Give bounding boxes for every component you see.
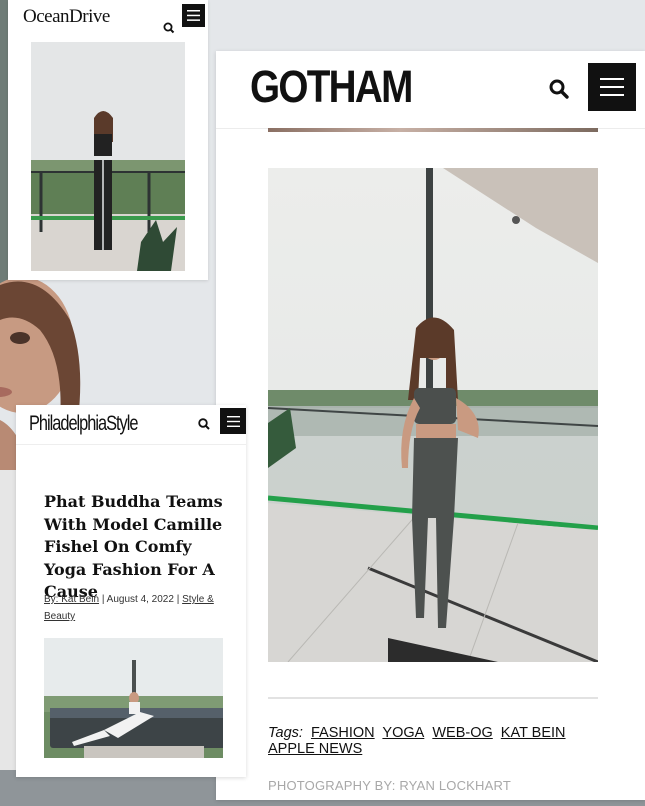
photo-credit: PHOTOGRAPHY BY: RYAN LOCKHART — [268, 778, 511, 793]
hamburger-menu-icon — [600, 78, 624, 96]
philadelphia-style-menu-button[interactable] — [220, 408, 246, 434]
search-icon — [198, 418, 210, 430]
gotham-previous-photo-edge — [268, 128, 598, 132]
gotham-search-button[interactable] — [548, 78, 570, 100]
ocean-drive-logo[interactable]: OceanDrive — [23, 6, 110, 28]
gotham-card: GOTHAM Tags: FASHION YOGA WEB-OG KAT BEI… — [216, 51, 645, 800]
hamburger-menu-icon — [226, 415, 240, 427]
article-date: August 4, 2022 — [106, 594, 174, 605]
author-link[interactable]: By: Kat Bein — [44, 594, 99, 605]
tags-label: Tags: — [268, 725, 303, 741]
philadelphia-style-logo[interactable]: PhiladelphiaStyle — [29, 412, 138, 436]
gotham-menu-button[interactable] — [588, 63, 636, 111]
meta-separator: | — [101, 594, 105, 605]
search-icon — [163, 22, 175, 34]
philadelphia-style-search-button[interactable] — [197, 417, 211, 431]
philadelphia-style-card: PhiladelphiaStyle Phat Buddha Teams With… — [16, 405, 246, 777]
gotham-tags: Tags: FASHION YOGA WEB-OG KAT BEIN APPLE… — [268, 725, 598, 757]
tag-link[interactable]: FASHION — [311, 725, 375, 741]
tag-link[interactable]: APPLE NEWS — [268, 741, 362, 757]
ocean-drive-search-button[interactable] — [162, 21, 176, 35]
hamburger-menu-icon — [187, 10, 200, 21]
meta-separator: | — [176, 594, 180, 605]
ocean-drive-menu-button[interactable] — [182, 4, 205, 27]
gotham-article-photo — [268, 168, 598, 662]
philadelphia-style-header-divider — [16, 444, 246, 445]
gotham-divider — [268, 697, 598, 699]
ocean-drive-photo — [31, 42, 185, 271]
article-meta: By: Kat Bein | August 4, 2022 | Style & … — [44, 591, 229, 625]
gotham-logo[interactable]: GOTHAM — [250, 61, 413, 113]
search-icon — [549, 79, 569, 99]
tag-link[interactable]: WEB-OG — [432, 725, 492, 741]
tag-link[interactable]: YOGA — [382, 725, 424, 741]
philadelphia-style-article-photo — [44, 638, 223, 758]
tag-link[interactable]: KAT BEIN — [501, 725, 566, 741]
article-headline: Phat Buddha Teams With Model Camille Fis… — [44, 492, 223, 601]
ocean-drive-card: OceanDrive — [8, 0, 208, 280]
